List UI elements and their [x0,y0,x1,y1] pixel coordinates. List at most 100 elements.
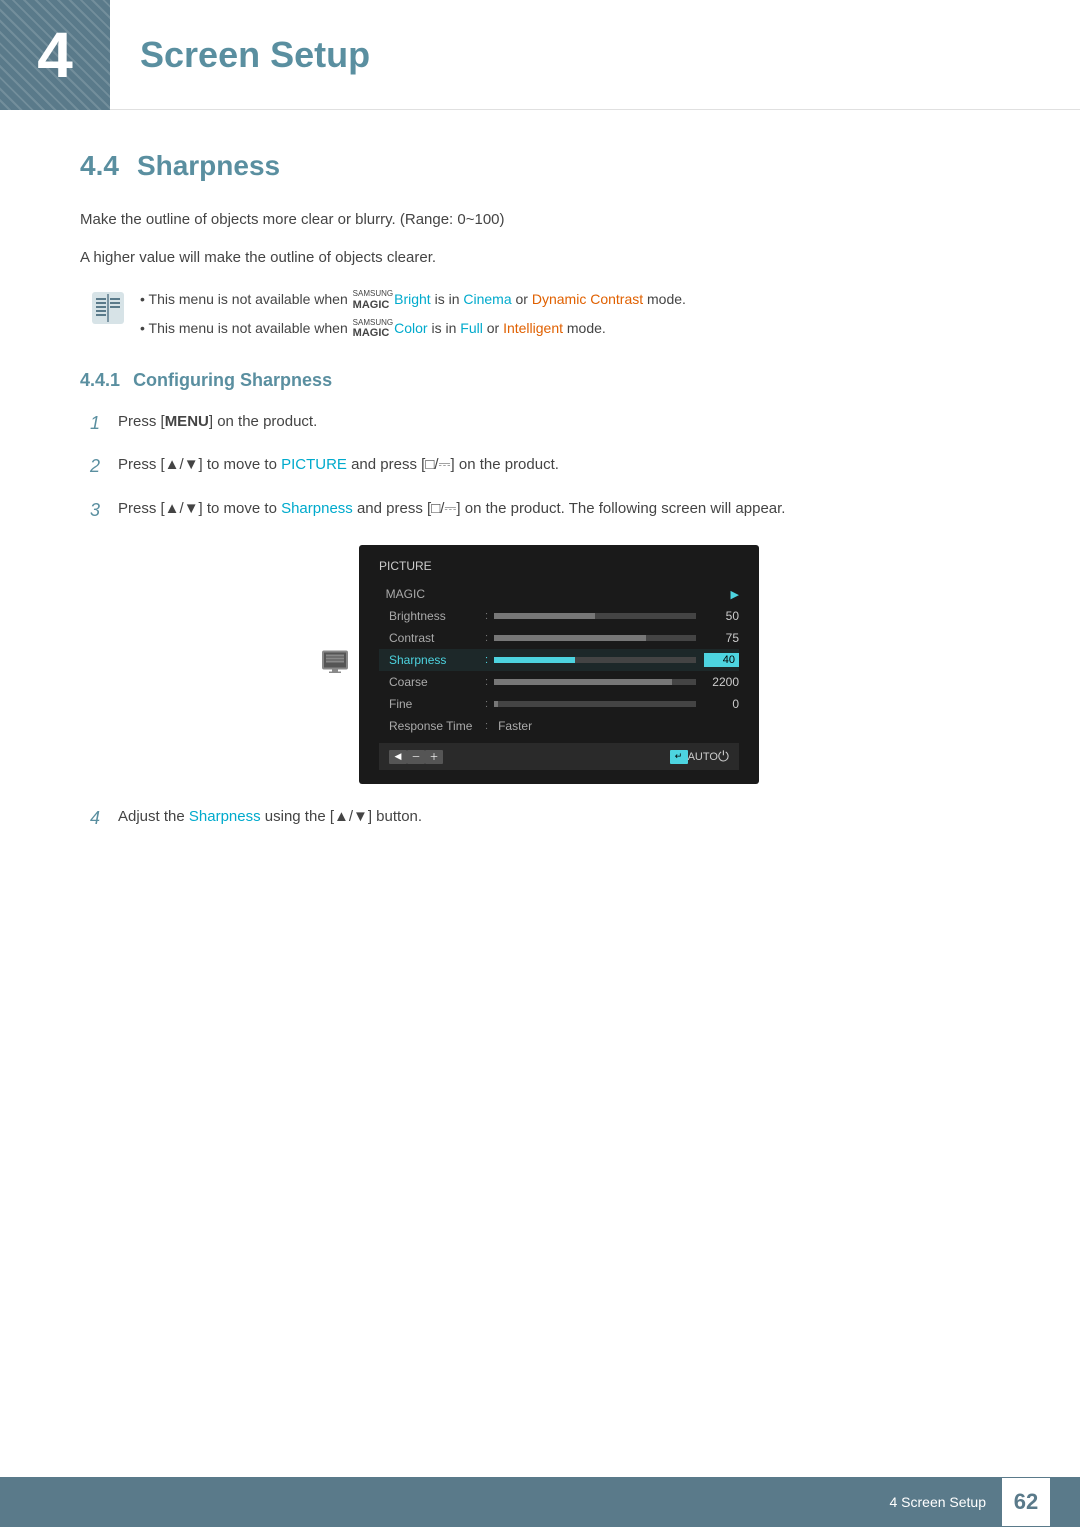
contrast-track [494,635,696,641]
sep4: : [485,676,488,688]
subsection-number: 4.4.1 [80,370,120,390]
sharpness-highlight-step3: Sharpness [281,500,353,517]
sharpness-fill [494,657,575,663]
sharpness-track [494,657,696,663]
step-2-number: 2 [90,451,118,482]
magic-label: MAGIC [379,587,479,601]
section-number: 4.4 [80,150,119,182]
brightness-fill [494,613,595,619]
sep3: : [485,654,488,666]
coarse-value: 2200 [704,675,739,689]
enter-btn: ↵ [670,750,688,764]
intelligent-highlight: Intelligent [503,320,563,336]
enter-key-icon2: □/⎓ [431,500,456,517]
screen-bottom-bar: ◀ － ＋ ↵ AUTO [379,743,739,770]
page-footer: 4 Screen Setup 62 [0,1477,1080,1527]
chapter-number-block: 4 [0,0,110,110]
fine-label: Fine [379,697,479,711]
step-3-number: 3 [90,495,118,526]
sep2: : [485,632,488,644]
menu-row-fine: Fine : 0 [379,693,739,715]
brightness-label: Brightness [379,609,479,623]
page-number: 62 [1002,1478,1050,1526]
step-1-number: 1 [90,408,118,439]
step-1-text: Press [MENU] on the product. [118,409,1000,435]
main-content: 4.4 Sharpness Make the outline of object… [0,110,1080,928]
power-icon: ⏻ [718,748,729,765]
coarse-label: Coarse [379,675,479,689]
step-2-text: Press [▲/▼] to move to PICTURE and press… [118,452,1000,478]
fine-value: 0 [704,697,739,711]
coarse-fill [494,679,672,685]
dynamic-contrast-highlight: Dynamic Contrast [532,291,643,307]
subsection-heading: 4.4.1 Configuring Sharpness [80,370,1000,391]
note-box: • This menu is not available when SAMSUN… [90,288,1000,340]
step-3-text: Press [▲/▼] to move to Sharpness and pre… [118,496,1000,522]
color-highlight: Color [394,320,427,336]
sharpness-highlight-step4: Sharpness [189,808,261,825]
full-highlight: Full [460,320,483,336]
note-lines: • This menu is not available when SAMSUN… [140,288,686,340]
bright-highlight: Bright [394,291,431,307]
enter-icon: ↵ [670,750,688,764]
sep1: : [485,610,488,622]
sharpness-label-screen: Sharpness [379,653,479,667]
step-2: 2 Press [▲/▼] to move to PICTURE and pre… [90,452,1000,482]
step-4-number: 4 [90,803,118,834]
step-4: 4 Adjust the Sharpness using the [▲/▼] b… [90,804,1000,834]
coarse-track [494,679,696,685]
description2: A higher value will make the outline of … [80,245,1000,271]
menu-row-contrast: Contrast : 75 [379,627,739,649]
fine-track [494,701,696,707]
menu-row-sharpness: Sharpness : 40 [379,649,739,671]
minus-icon: － [407,750,425,764]
subsection-title: Configuring Sharpness [133,370,332,390]
enter-key-icon: □/⎓ [425,456,450,473]
nav-left-btn: ◀ [389,750,407,764]
picture-highlight: PICTURE [281,456,347,473]
brightness-track [494,613,696,619]
samsung-magic-color-brand: SAMSUNGMAGIC [353,319,393,340]
contrast-value: 75 [704,631,739,645]
fine-fill [494,701,498,707]
auto-btn: AUTO [688,751,718,763]
section-title: Sharpness [137,150,280,182]
screen-container: PICTURE MAGIC ▶ Brightness : [118,545,1000,784]
screen-picture-label: PICTURE [379,559,739,573]
nav-plus-btn: ＋ [425,750,443,764]
step-4-text: Adjust the Sharpness using the [▲/▼] but… [118,804,1000,830]
description1: Make the outline of objects more clear o… [80,207,1000,233]
response-value: Faster [498,719,532,733]
steps-list: 1 Press [MENU] on the product. 2 Press [… [90,409,1000,834]
chapter-number: 4 [37,18,73,92]
nav-minus-btn: － [407,750,425,764]
page-header: 4 Screen Setup [0,0,1080,110]
left-arrow-icon: ◀ [389,750,407,764]
step-1: 1 Press [MENU] on the product. [90,409,1000,439]
step-3: 3 Press [▲/▼] to move to Sharpness and p… [90,496,1000,526]
chapter-title: Screen Setup [140,34,370,76]
section-heading: 4.4 Sharpness [80,150,1000,182]
footer-chapter-label: 4 Screen Setup [889,1494,986,1510]
sep5: : [485,698,488,710]
brightness-value: 50 [704,609,739,623]
cinema-highlight: Cinema [463,291,511,307]
menu-row-response: Response Time : Faster [379,715,739,737]
samsung-magic-bright-brand: SAMSUNGMAGIC [353,290,393,311]
menu-row-magic: MAGIC ▶ [379,583,739,605]
contrast-fill [494,635,645,641]
monitor-screen: PICTURE MAGIC ▶ Brightness : [359,545,759,784]
menu-row-brightness: Brightness : 50 [379,605,739,627]
response-label: Response Time [379,719,479,733]
screen-wrapper: PICTURE MAGIC ▶ Brightness : [359,545,759,784]
menu-key: MENU [165,413,209,430]
plus-icon: ＋ [425,750,443,764]
monitor-icon [321,648,349,681]
menu-row-coarse: Coarse : 2200 [379,671,739,693]
magic-arrow: ▶ [731,588,739,601]
contrast-label: Contrast [379,631,479,645]
sharpness-value-screen: 40 [704,653,739,667]
note-icon [90,290,126,326]
auto-label: AUTO [688,751,718,763]
note-line-1: • This menu is not available when SAMSUN… [140,288,686,311]
